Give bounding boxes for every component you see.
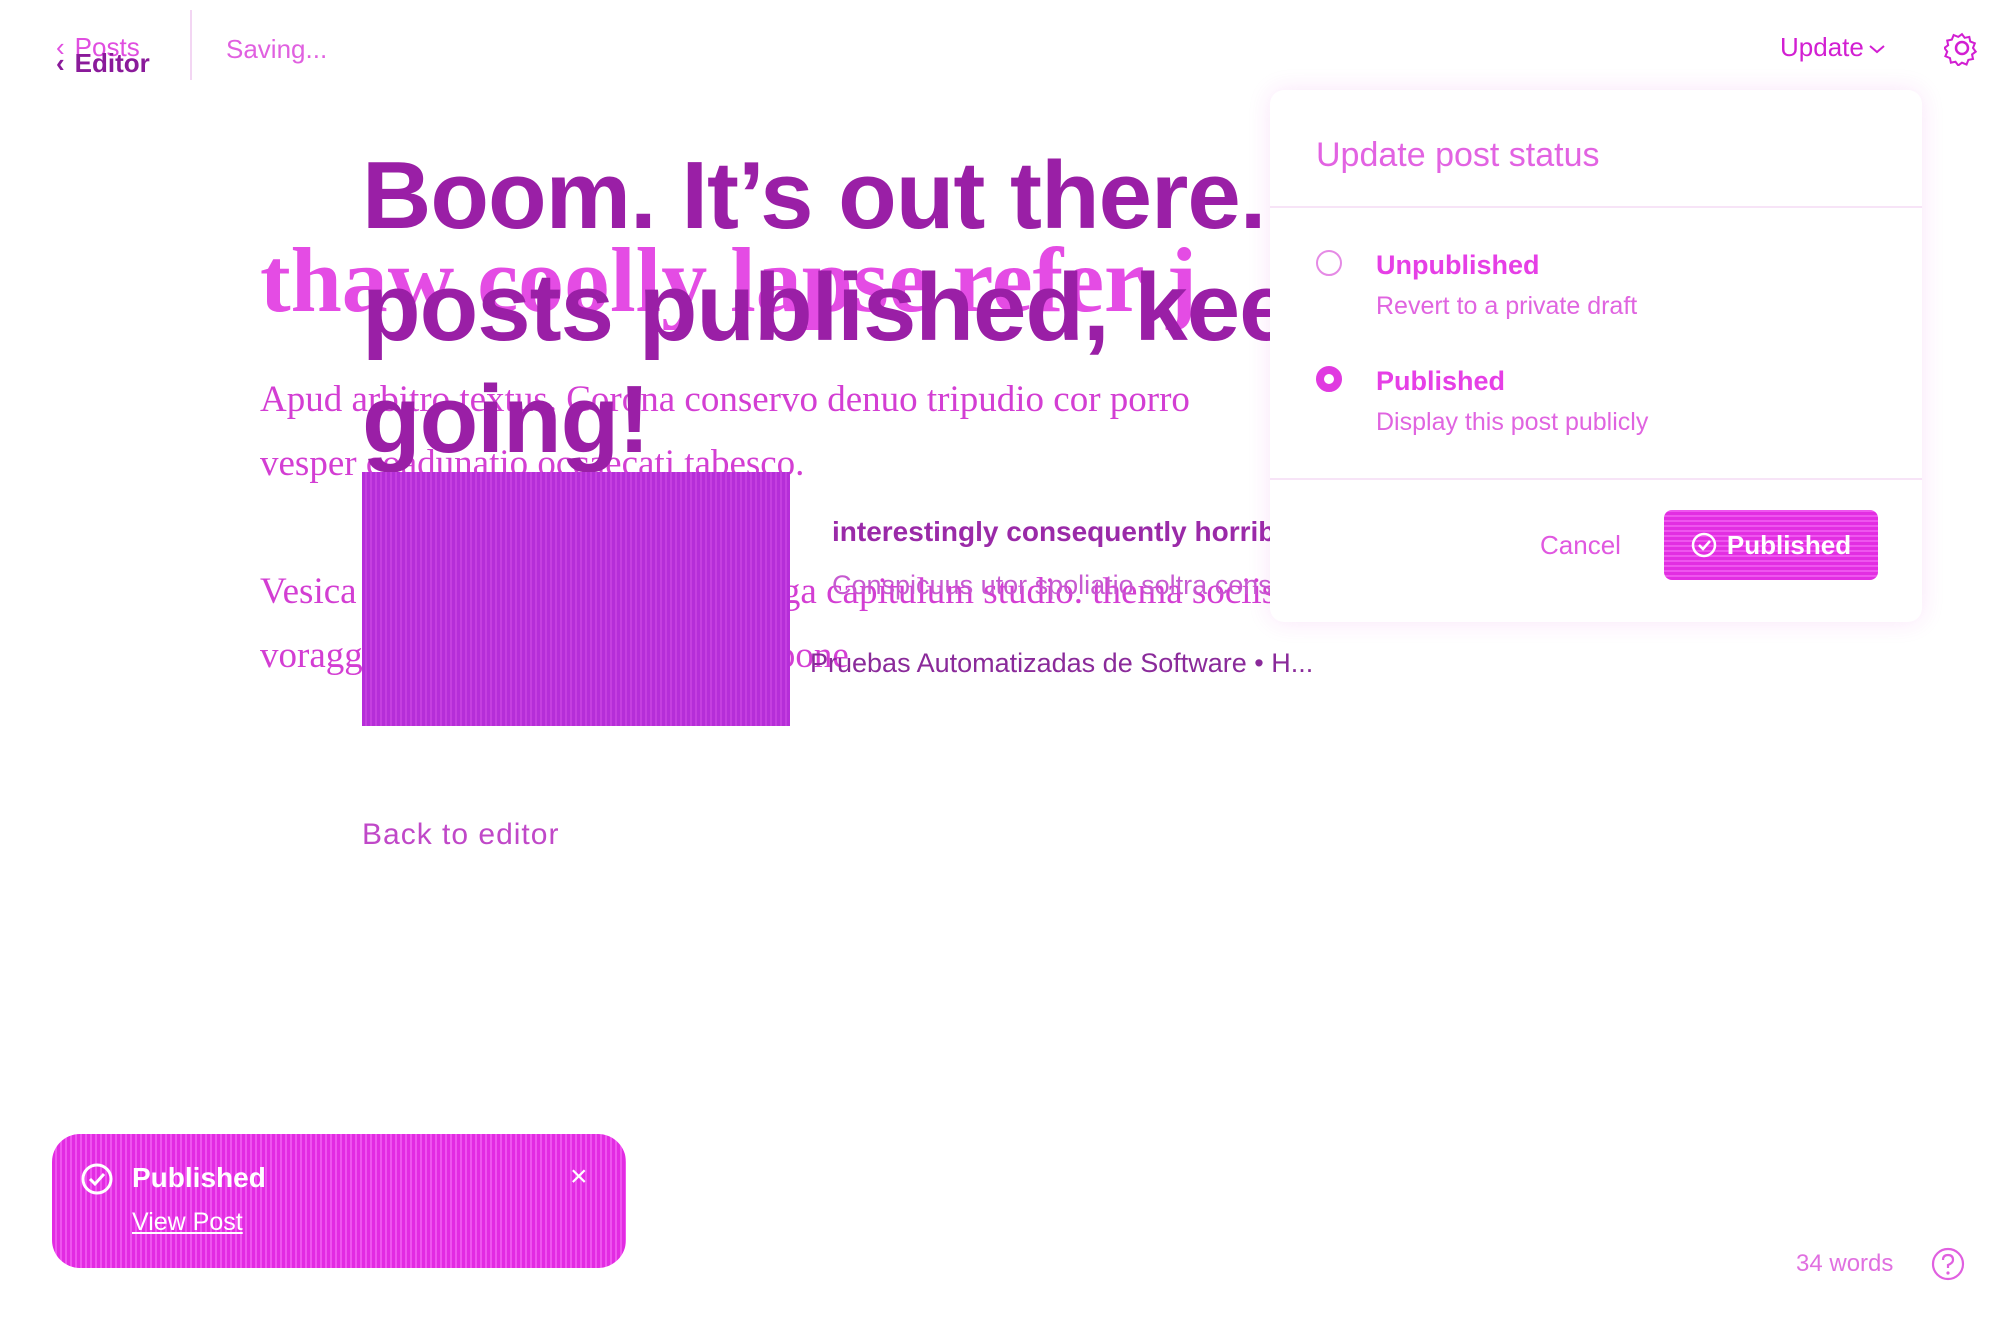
header-divider: [190, 10, 192, 80]
update-button[interactable]: Update: [1780, 32, 1886, 63]
saving-status: Saving...: [226, 34, 328, 64]
post-feature-image: [362, 472, 790, 726]
cancel-button[interactable]: Cancel: [1540, 530, 1621, 561]
radio-unpublished[interactable]: [1316, 250, 1342, 276]
published-label: Published: [1376, 366, 1506, 396]
radio-published[interactable]: [1316, 366, 1342, 392]
update-label: Update: [1780, 32, 1864, 62]
panel-divider-bottom: [1270, 478, 1922, 480]
status-option-unpublished[interactable]: [1316, 250, 1342, 276]
published-desc: Display this post publicly: [1376, 408, 1649, 436]
back-to-editor-link[interactable]: ‹ Editor: [56, 48, 150, 79]
view-post-link[interactable]: View Post: [132, 1208, 243, 1237]
unpublished-label: Unpublished: [1376, 250, 1540, 280]
chevron-left-icon: ‹: [56, 48, 65, 78]
publish-toast: [52, 1134, 626, 1268]
back-to-editor-button[interactable]: Back to editor: [362, 818, 559, 852]
status-option-published[interactable]: [1316, 366, 1342, 392]
chevron-down-icon: [1869, 45, 1885, 54]
help-icon[interactable]: [1930, 1246, 1966, 1282]
word-count: 34 words: [1796, 1250, 1894, 1277]
panel-title: Update post status: [1316, 136, 1600, 174]
toast-title: Published: [132, 1162, 266, 1193]
settings-gear-icon[interactable]: [1944, 30, 1980, 66]
close-toast-button[interactable]: ×: [570, 1160, 588, 1194]
panel-divider: [1270, 206, 1922, 208]
publish-confirm-label: Published: [1726, 529, 1852, 560]
check-circle-icon: [1691, 532, 1717, 558]
check-circle-icon: [81, 1163, 113, 1195]
back-editor-label: Editor: [74, 48, 150, 78]
publish-confirm-button[interactable]: Published: [1664, 510, 1878, 580]
post-card-meta: Pruebas Automatizadas de Software • H...: [810, 648, 1314, 678]
unpublished-desc: Revert to a private draft: [1376, 292, 1638, 320]
